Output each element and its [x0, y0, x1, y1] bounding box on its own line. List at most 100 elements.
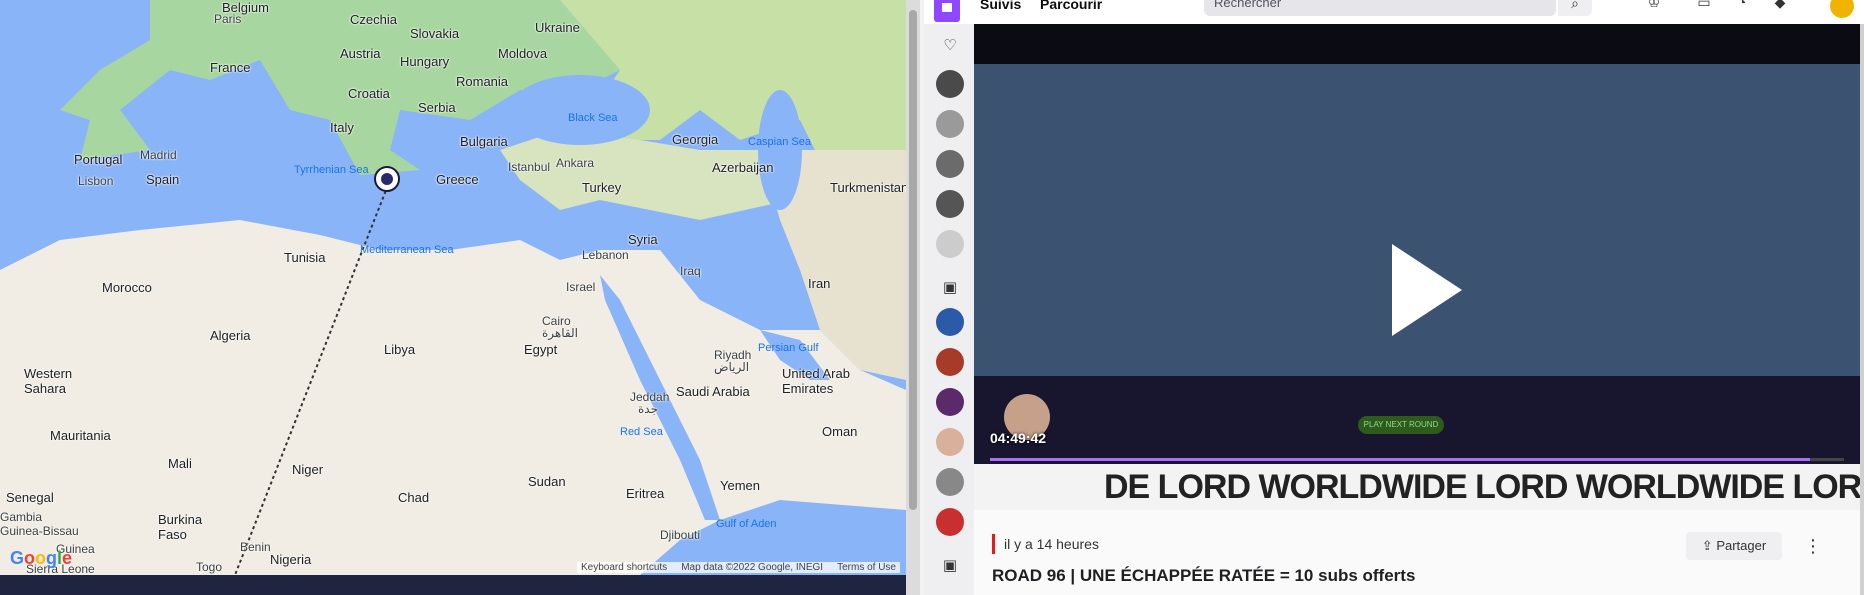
map-label: Senegal [6, 490, 54, 505]
map-label: الرياض [714, 360, 750, 374]
sidebar-channel-avatar[interactable] [936, 348, 964, 376]
map-label: Togo [196, 560, 223, 574]
sidebar-channel-avatar[interactable] [936, 150, 964, 178]
map-label: Israel [566, 280, 596, 294]
video-title: ROAD 96 | UNE ÉCHAPPÉE RATÉE = 10 subs o… [992, 566, 1416, 585]
sidebar-channel-avatar[interactable] [936, 308, 964, 336]
plane-marker[interactable] [374, 166, 400, 192]
google-logo: Google [10, 548, 73, 568]
search-input[interactable]: Rechercher [1204, 0, 1556, 16]
map-label: Georgia [672, 132, 719, 147]
scrollbar-thumb[interactable] [909, 10, 917, 510]
map-label: Mali [168, 456, 192, 471]
bits-icon[interactable]: ◆ [1770, 0, 1790, 14]
top-navigation: Suivis Parcourir Rechercher ⌕ ♔ ▭ ◔ ◆ [924, 0, 1864, 25]
share-label: Partager [1716, 538, 1767, 553]
sidebar-channel-avatar[interactable] [936, 190, 964, 218]
channel-banner: DE LORD WORLDWIDE LORD WORLDWIDE LORD WO… [974, 464, 1860, 510]
map-label: Turkmenistan [830, 180, 906, 195]
sea-label: Mediterranean Sea [360, 244, 454, 256]
map-label: Portugal [74, 152, 123, 167]
search-icon[interactable]: ⌕ [1558, 0, 1592, 16]
map-label: Ankara [556, 156, 595, 170]
map-label: Czechia [350, 12, 397, 27]
sidebar: ♡ ▣ ▣ [924, 24, 974, 595]
map-scrollbar[interactable] [906, 0, 920, 595]
nav-following[interactable]: Suivis [980, 0, 1021, 12]
map-label: Chad [398, 490, 430, 505]
heart-icon[interactable]: ♡ [938, 36, 962, 56]
sea-label: Caspian Sea [748, 136, 811, 148]
video-camera-icon[interactable]: ▣ [938, 556, 962, 576]
map-label: Ukraine [535, 20, 580, 35]
map-label: Iraq [680, 264, 701, 278]
progress-bar[interactable] [990, 458, 1844, 461]
twitch-logo-icon[interactable] [934, 0, 960, 22]
sea-label: Tyrrhenian Sea [294, 164, 369, 176]
map-label: Algeria [210, 328, 251, 343]
sidebar-channel-avatar[interactable] [936, 468, 964, 496]
crown-icon[interactable]: ♔ [1644, 0, 1664, 14]
inbox-icon[interactable]: ▭ [1694, 0, 1714, 14]
map-label: Guinea-Bissau [0, 524, 79, 538]
map-label: Austria [340, 46, 381, 61]
map-label: United Arab Emirates [782, 366, 850, 396]
map-label: Istanbul [508, 160, 551, 174]
map-label: Madrid [140, 148, 177, 162]
map-label: Serbia [418, 100, 456, 115]
map-label: Paris [214, 12, 242, 26]
time-ago: il y a 14 heures [1004, 536, 1099, 552]
map-label: Niger [292, 462, 324, 477]
sidebar-channel-avatar[interactable] [936, 388, 964, 416]
map-label: Slovakia [410, 26, 460, 41]
map-label: Libya [384, 342, 416, 357]
sidebar-channel-avatar[interactable] [936, 508, 964, 536]
map-label: Burkina Faso [158, 512, 203, 542]
map-label: Greece [436, 172, 479, 187]
share-button[interactable]: ⇪ Partager [1686, 532, 1782, 560]
map-label: Iran [808, 276, 831, 291]
notifications-icon[interactable]: ◔ [1732, 0, 1752, 14]
sidebar-channel-avatar[interactable] [936, 428, 964, 456]
map-label: Nigeria [270, 552, 312, 567]
twitch-window: Suivis Parcourir Rechercher ⌕ ♔ ▭ ◔ ◆ ♡ … [924, 0, 1864, 595]
video-camera-icon[interactable]: ▣ [938, 278, 962, 298]
user-avatar[interactable] [1830, 0, 1854, 18]
map-label: Western Sahara [24, 366, 73, 396]
sidebar-channel-avatar[interactable] [936, 110, 964, 138]
map-label: Red Sea [620, 426, 663, 438]
map-label: Italy [330, 120, 354, 135]
play-icon[interactable] [1392, 244, 1462, 336]
map-canvas[interactable]: Belgium Paris Czechia Slovakia Ukraine A… [0, 0, 906, 575]
nav-browse[interactable]: Parcourir [1040, 0, 1102, 12]
map-label: Turkey [582, 180, 622, 195]
plane-icon [381, 173, 393, 185]
map-label: Persian Gulf [758, 342, 819, 354]
map-label: Lebanon [582, 248, 629, 262]
progress-fill [990, 458, 1810, 461]
map-label: Gulf of Aden [716, 518, 777, 530]
sidebar-channel-avatar[interactable] [936, 230, 964, 258]
sidebar-channel-avatar[interactable] [936, 70, 964, 98]
map-label: France [210, 60, 251, 75]
video-player[interactable]: PLAY NEXT ROUND 04:49:42 [974, 24, 1860, 464]
live-indicator [992, 534, 995, 554]
map-label: Azerbaijan [712, 160, 774, 175]
play-next-round-button: PLAY NEXT ROUND [1358, 416, 1444, 434]
map-label: Oman [822, 424, 858, 439]
map-label: Syria [628, 232, 658, 247]
keyboard-shortcuts-link[interactable]: Keyboard shortcuts [581, 562, 667, 573]
page-scrollbar[interactable] [1860, 24, 1864, 595]
map-label: Lisbon [78, 174, 114, 188]
map-label: Romania [456, 74, 509, 89]
map-label: Egypt [524, 342, 558, 357]
map-label: Moldova [498, 46, 548, 61]
map-label: Mauritania [50, 428, 111, 443]
video-info: il y a 14 heures ROAD 96 | UNE ÉCHAPPÉE … [974, 510, 1860, 595]
more-options-icon[interactable]: ⋮ [1804, 534, 1822, 558]
map-label: Sudan [528, 474, 566, 489]
sea-label: Black Sea [568, 112, 618, 124]
map-attribution: Keyboard shortcuts Map data ©2022 Google… [577, 562, 900, 573]
terms-link[interactable]: Terms of Use [837, 562, 896, 573]
map-label: Saudi Arabia [676, 384, 750, 399]
